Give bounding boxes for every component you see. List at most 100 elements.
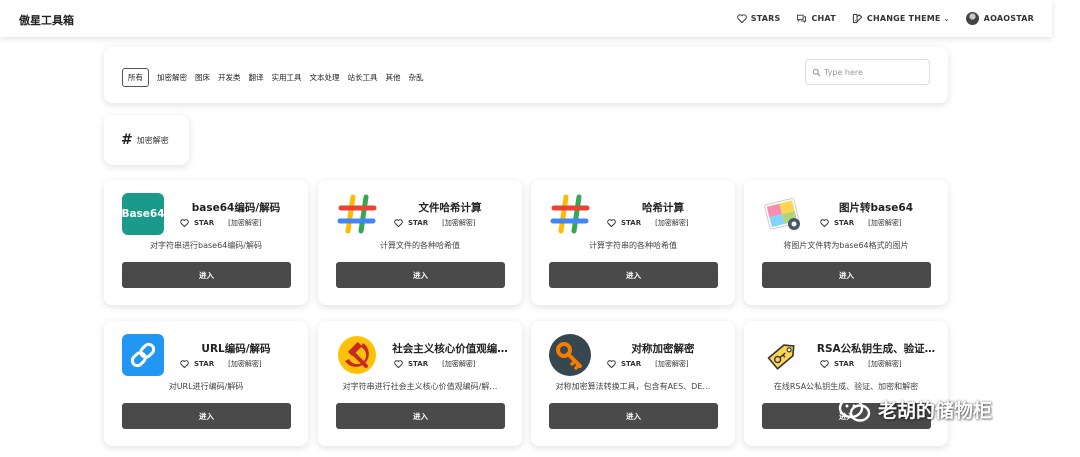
nav-stars[interactable]: STARS (737, 14, 781, 23)
heart-icon (180, 360, 189, 368)
tool-description: 对URL进行编码/解码 (168, 382, 244, 391)
tab-other[interactable]: 其他 (386, 69, 401, 86)
nav-theme-label: CHANGE THEME (866, 14, 941, 23)
tool-title: base64编码/解码 (191, 202, 281, 214)
tool-card-symmetric: 对称加密解密 STAR [加密解密] 对称加密算法转换工具，包含有AES、DE…… (531, 321, 735, 446)
category-heading: # 加密解密 (104, 115, 189, 165)
tab-translate[interactable]: 翻译 (249, 69, 264, 86)
theme-swatch-icon (852, 13, 863, 24)
tool-card-rsa: RSA公私钥生成、验证… STAR [加密解密] 在线RSA公私钥生成、验证、加… (744, 321, 948, 446)
tool-meta: STAR [加密解密] (607, 218, 689, 228)
tool-meta: STAR [加密解密] (820, 359, 902, 369)
nav-chat[interactable]: CHAT (796, 14, 836, 23)
heart-icon (607, 219, 616, 227)
colorful-hash-icon (336, 193, 378, 235)
tool-description: 对字符串进行base64编码/解码 (150, 241, 262, 250)
nav-user-label: AOAOSTAR (983, 14, 1034, 23)
avatar (965, 12, 979, 25)
tool-tag[interactable]: [加密解密] (655, 359, 688, 369)
tool-title: 文件哈希计算 (418, 202, 482, 214)
tab-encryption[interactable]: 加密解密 (157, 69, 187, 86)
enter-button[interactable]: 进入 (336, 262, 505, 288)
tool-tag[interactable]: [加密解密] (442, 359, 475, 369)
colorful-hash-icon (549, 193, 591, 235)
key-icon (549, 334, 591, 376)
tool-description: 计算字符串的各种哈希值 (589, 241, 677, 250)
enter-button[interactable]: 进入 (122, 262, 291, 288)
heart-icon (737, 14, 747, 23)
heart-icon (180, 219, 189, 227)
tool-description: 计算文件的各种哈希值 (380, 241, 460, 250)
tool-title: RSA公私钥生成、验证… (816, 343, 936, 355)
tool-tag[interactable]: [加密解密] (228, 218, 261, 228)
tool-meta: STAR [加密解密] (607, 359, 689, 369)
brand-title[interactable]: 傲星工具箱 (19, 12, 74, 28)
star-button[interactable]: STAR (607, 219, 641, 227)
tool-card-core-values: 社会主义核心价值观编… STAR [加密解密] 对字符串进行社会主义核心价值观编… (318, 321, 522, 446)
tool-title: 对称加密解密 (631, 343, 695, 355)
nav-chat-label: CHAT (811, 14, 836, 23)
tool-title: 哈希计算 (642, 202, 684, 214)
tool-tag[interactable]: [加密解密] (228, 359, 261, 369)
tab-development[interactable]: 开发类 (218, 69, 241, 86)
hammer-sickle-icon (336, 334, 378, 376)
enter-button[interactable]: 进入 (336, 403, 505, 429)
wechat-icon (838, 397, 871, 422)
star-button[interactable]: STAR (820, 219, 854, 227)
chevron-down-icon: ⌄ (943, 14, 950, 23)
filter-panel: 所有 加密解密 图床 开发类 翻译 实用工具 文本处理 站长工具 其他 杂乱 (104, 47, 948, 103)
tab-misc[interactable]: 杂乱 (409, 69, 424, 86)
tool-meta: STAR [加密解密] (820, 218, 902, 228)
tab-image-hosting[interactable]: 图床 (195, 69, 210, 86)
tool-meta: STAR [加密解密] (394, 359, 476, 369)
wechat-watermark: 老胡的储物柜 (838, 396, 992, 423)
heart-icon (394, 360, 403, 368)
nav-change-theme[interactable]: CHANGE THEME ⌄ (852, 13, 950, 24)
search-icon (812, 68, 821, 76)
top-navbar: 傲星工具箱 STARS CHAT CHANGE THEME ⌄ AOAOSTAR (0, 0, 1052, 37)
enter-button[interactable]: 进入 (122, 403, 291, 429)
tab-webmaster-tools[interactable]: 站长工具 (348, 69, 378, 86)
star-button[interactable]: STAR (394, 360, 428, 368)
tool-title: URL编码/解码 (201, 343, 271, 355)
star-button[interactable]: STAR (180, 219, 214, 227)
enter-button[interactable]: 进入 (549, 403, 718, 429)
base64-icon: Base64 (122, 193, 164, 235)
tab-text-processing[interactable]: 文本处理 (310, 69, 340, 86)
tool-card-hash: 哈希计算 STAR [加密解密] 计算字符串的各种哈希值 进入 (531, 180, 735, 305)
search-box[interactable] (805, 59, 930, 85)
star-button[interactable]: STAR (180, 360, 214, 368)
hash-icon: # (121, 132, 133, 148)
nav-user[interactable]: AOAOSTAR (965, 12, 1034, 25)
watermark-text: 老胡的储物柜 (878, 400, 993, 422)
nav-stars-label: STARS (750, 14, 781, 23)
star-button[interactable]: STAR (394, 219, 428, 227)
enter-button[interactable]: 进入 (762, 262, 931, 288)
tool-tag[interactable]: [加密解密] (442, 218, 475, 228)
category-label: 加密解密 (136, 135, 169, 145)
heart-icon (394, 219, 403, 227)
heart-icon (820, 360, 829, 368)
tool-card-base64: Base64 base64编码/解码 STAR [加密解密] 对字符串进行bas… (104, 180, 308, 305)
star-button[interactable]: STAR (820, 360, 854, 368)
tab-all[interactable]: 所有 (122, 68, 149, 87)
tool-tag[interactable]: [加密解密] (655, 218, 688, 228)
star-button[interactable]: STAR (607, 360, 641, 368)
tool-description: 在线RSA公私钥生成、验证、加密和解密 (773, 382, 919, 391)
tool-meta: STAR [加密解密] (180, 359, 262, 369)
enter-button[interactable]: 进入 (549, 262, 718, 288)
tool-card-file-hash: 文件哈希计算 STAR [加密解密] 计算文件的各种哈希值 进入 (318, 180, 522, 305)
tab-utilities[interactable]: 实用工具 (272, 69, 302, 86)
heart-icon (820, 219, 829, 227)
heart-icon (607, 360, 616, 368)
tool-tag[interactable]: [加密解密] (868, 359, 901, 369)
tool-title: 图片转base64 (838, 202, 914, 214)
search-input[interactable] (824, 67, 924, 77)
tool-meta: STAR [加密解密] (394, 218, 476, 228)
chat-icon (797, 14, 807, 23)
image-icon (762, 193, 804, 235)
nav-menu: STARS CHAT CHANGE THEME ⌄ AOAOSTAR (721, 0, 1034, 37)
tool-card-url: URL编码/解码 STAR [加密解密] 对URL进行编码/解码 进入 (104, 321, 308, 446)
tool-meta: STAR [加密解密] (180, 218, 262, 228)
tool-tag[interactable]: [加密解密] (868, 218, 901, 228)
